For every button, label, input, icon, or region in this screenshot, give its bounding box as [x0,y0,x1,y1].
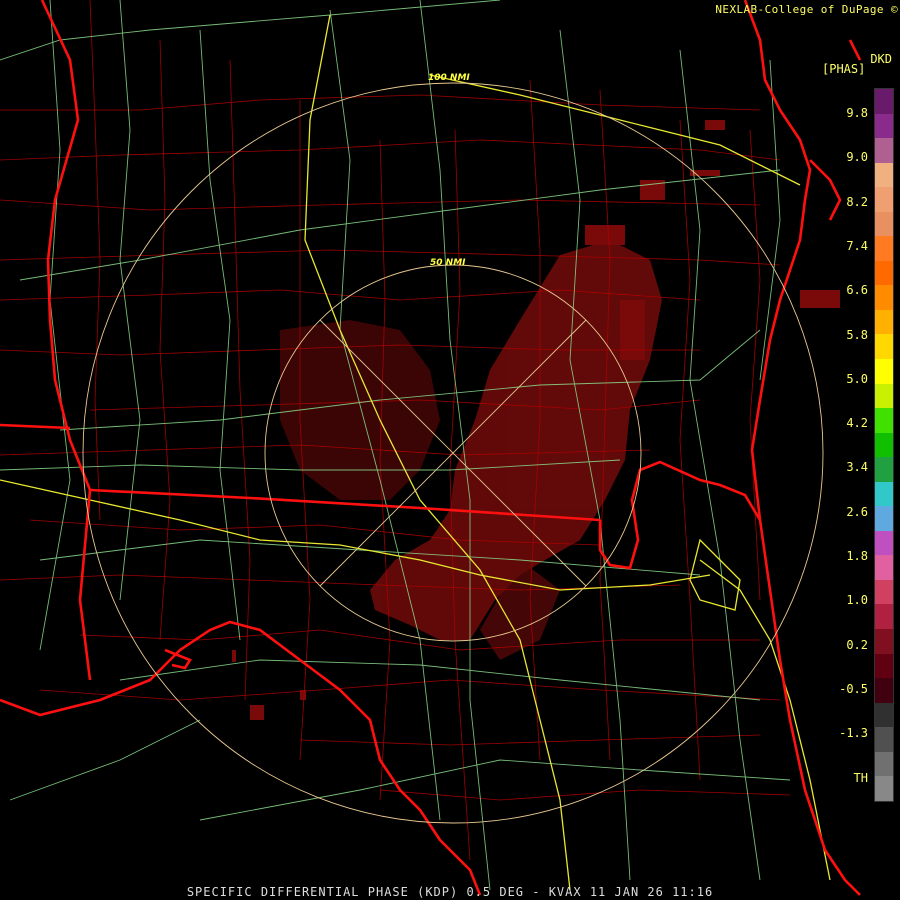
product-caption: SPECIFIC DIFFERENTIAL PHASE (KDP) 0.5 DE… [186,885,714,899]
color-scale-tick-label: 5.8 [846,327,868,342]
color-scale-tick-label: 7.4 [846,238,868,253]
color-scale-segment [875,604,893,630]
color-scale-segment [875,727,893,752]
product-code: DKD [870,52,892,66]
color-scale-tick-label: 9.8 [846,106,868,120]
color-scale-tick-label: 5.0 [846,371,868,386]
color-scale-segment [875,359,893,384]
color-scale-segment [875,579,893,605]
color-scale-segment [875,457,893,482]
color-scale-segment [875,236,893,261]
color-scale-tick-label: -0.5 [839,681,868,696]
color-scale-segment [875,702,893,728]
color-scale-tick-label: 6.6 [846,283,868,298]
color-scale-segment [875,334,893,360]
color-scale-segment [875,138,893,163]
color-scale-tick-label: 0.2 [846,637,868,652]
color-scale-segment [875,285,893,310]
color-scale-segment [875,555,893,580]
color-scale-segment [875,113,893,139]
color-scale-segment [875,162,893,188]
color-scale-segment [875,432,893,458]
color-scale-segment [875,751,893,777]
credit-text: NEXLAB-College of DuPage © [715,3,898,16]
ring-label-100nmi: 100 NMI [428,73,470,83]
color-scale-tick-label: 1.0 [846,593,868,608]
ring-label-50nmi: 50 NMI [430,258,466,268]
color-scale-segment [875,506,893,531]
color-scale-segment [875,383,893,409]
color-scale-tick-label: 4.2 [846,416,868,431]
color-scale-segment [875,678,893,703]
color-scale-tick-label: 1.8 [846,549,868,563]
radar-display: 100 NMI 50 NMI NEXLAB-College of DuPage … [0,0,900,900]
color-scale-tick-label: -1.3 [839,726,868,741]
color-scale-segment [875,530,893,556]
color-scale-segment [875,629,893,654]
units-label: [PHAS] [822,62,866,76]
color-scale-segment [875,187,893,212]
color-scale-tick-label: 8.2 [846,194,868,209]
radar-map [0,0,900,900]
color-scale-segment [875,776,893,801]
color-scale-segment [875,260,893,286]
color-scale-tick-label: TH [853,770,868,785]
color-scale-segment [875,408,893,433]
color-scale-segment [875,309,893,335]
color-scale-tick-label: 9.0 [846,150,868,165]
color-scale-segment [875,89,893,114]
color-scale-tick-label: 3.4 [846,460,868,475]
color-scale-segment [875,653,893,679]
color-scale-tick-label: 2.6 [846,504,868,519]
color-scale-segment [875,481,893,507]
color-scale-bar [874,88,894,802]
color-scale-segment [875,211,893,237]
